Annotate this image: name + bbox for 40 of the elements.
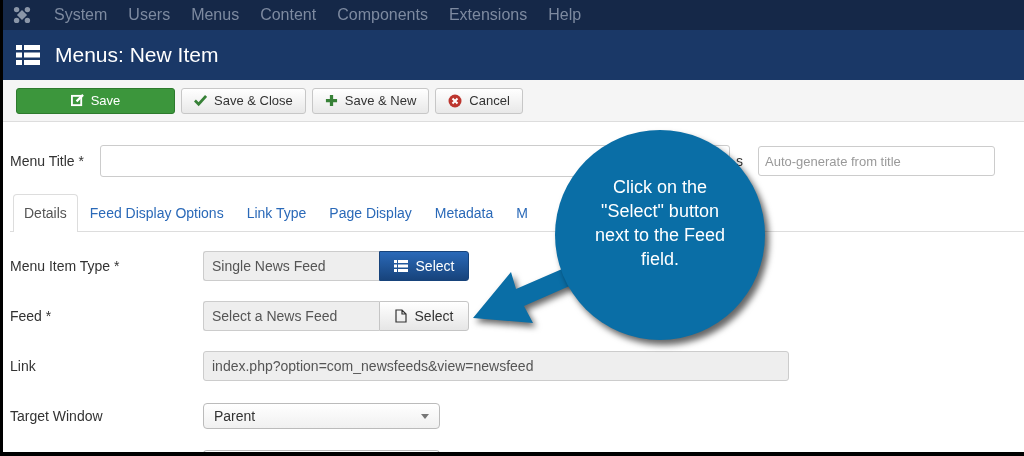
edit-icon bbox=[70, 94, 84, 107]
save-button[interactable]: Save bbox=[16, 87, 175, 114]
tab[interactable]: M bbox=[505, 194, 539, 231]
cancel-button[interactable]: Cancel bbox=[435, 87, 523, 114]
link-field: index.php?option=com_newsfeeds&view=newsfeed bbox=[203, 351, 789, 381]
field-label: Target Window bbox=[10, 408, 104, 424]
target-window-dropdown[interactable]: Parent bbox=[203, 403, 440, 429]
select-button[interactable]: Select bbox=[379, 301, 469, 331]
page-title: Menus: New Item bbox=[55, 43, 219, 67]
alias-field[interactable]: Auto-generate from title bbox=[758, 146, 995, 176]
tab[interactable]: Metadata bbox=[423, 194, 505, 231]
caret-icon bbox=[421, 413, 429, 419]
menu-item[interactable]: Menus bbox=[191, 6, 240, 24]
menu-item[interactable]: Content bbox=[260, 6, 317, 24]
check-icon bbox=[194, 94, 207, 107]
menu-item[interactable]: Help bbox=[548, 6, 582, 24]
tab[interactable]: Link Type bbox=[235, 194, 318, 231]
field-label: Menu Item Type * bbox=[10, 258, 121, 274]
list-icon bbox=[393, 260, 408, 272]
list-icon bbox=[16, 45, 40, 65]
readonly-field: Select a News Feed bbox=[203, 301, 379, 331]
field-label: s bbox=[735, 153, 744, 169]
readonly-field: Single News Feed bbox=[203, 251, 379, 281]
menu-item[interactable]: System bbox=[54, 6, 108, 24]
tab[interactable]: Page Display bbox=[318, 194, 423, 231]
select-button[interactable]: Select bbox=[379, 251, 469, 281]
menu-item[interactable]: Components bbox=[337, 6, 428, 24]
field-label: Menu Title * bbox=[10, 153, 85, 169]
field-label: Link bbox=[10, 358, 37, 374]
field-label: Feed * bbox=[10, 308, 53, 324]
tab[interactable]: Details bbox=[13, 194, 78, 232]
menu-item[interactable]: Extensions bbox=[448, 6, 528, 24]
tab[interactable]: Feed Display Options bbox=[78, 194, 235, 231]
save-new-button[interactable]: Save & New bbox=[311, 87, 430, 114]
file-icon bbox=[394, 309, 407, 323]
save-close-button[interactable]: Save & Close bbox=[181, 87, 306, 114]
menu-item[interactable]: Users bbox=[128, 6, 171, 24]
cancel-icon bbox=[448, 93, 463, 108]
plus-icon bbox=[324, 94, 338, 107]
callout-text: Click on the "Select" button next to the Feed field. bbox=[594, 176, 726, 271]
